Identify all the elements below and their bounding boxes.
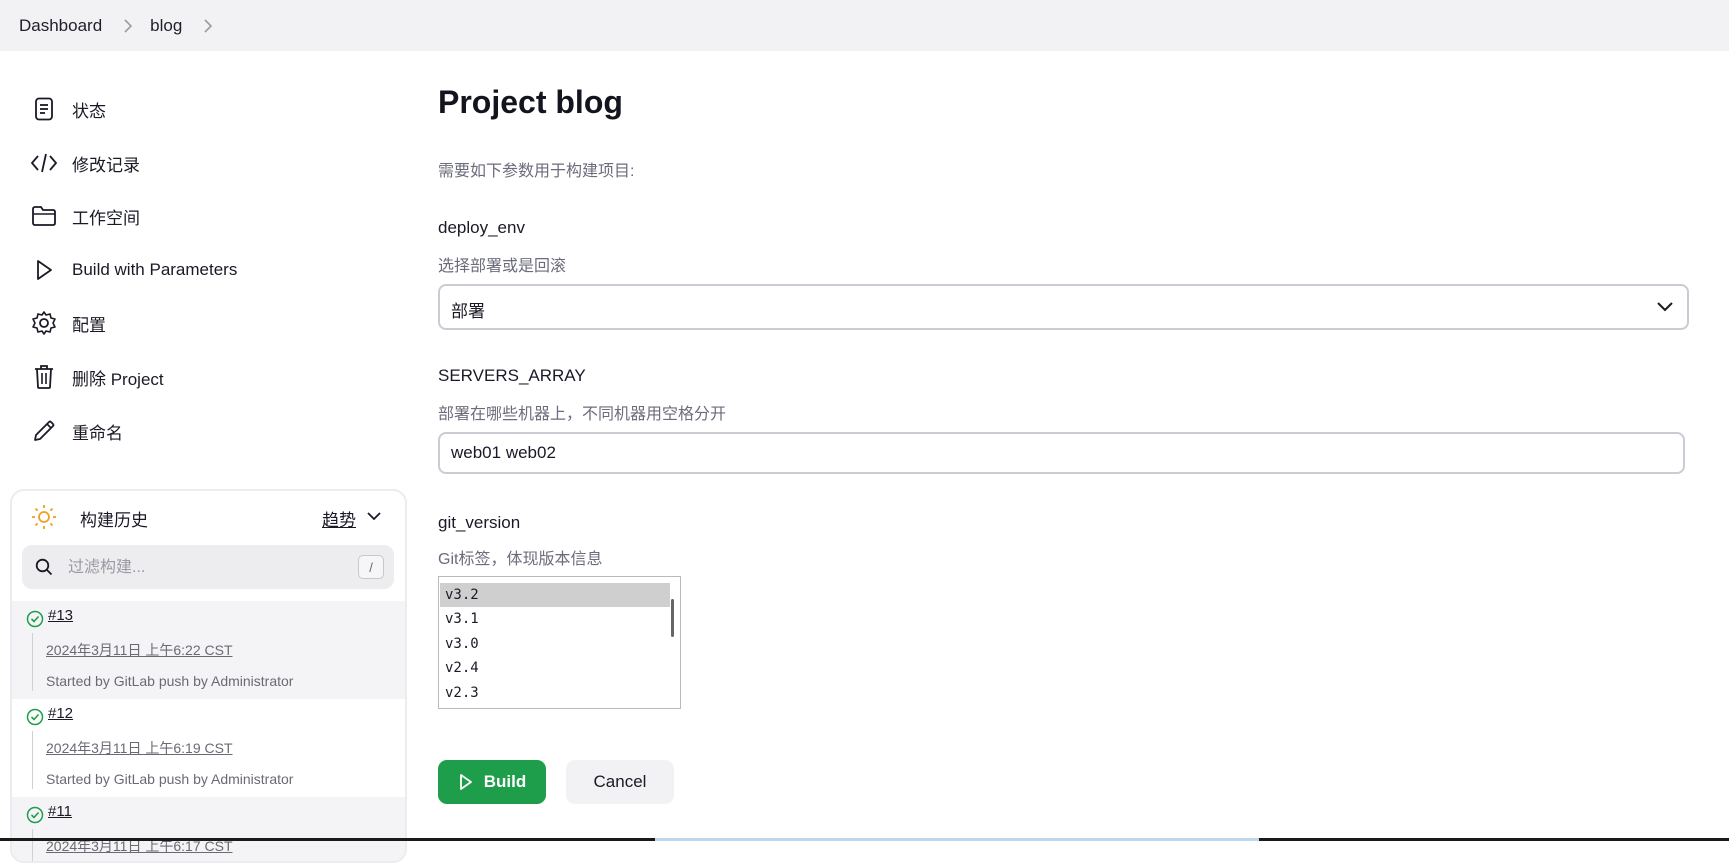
build-number-link[interactable]: #12: [48, 705, 73, 722]
build-row-13: #13 2024年3月11日 上午6:22 CST Started by Git…: [12, 601, 405, 699]
breadcrumb: Dashboard blog: [0, 0, 1729, 51]
success-check-icon: [26, 708, 44, 731]
chevron-right-icon: [116, 14, 140, 38]
build-row-12: #12 2024年3月11日 上午6:19 CST Started by Git…: [12, 699, 405, 797]
build-number-link[interactable]: #13: [48, 607, 73, 624]
page-title: Project blog: [438, 84, 623, 120]
git-version-option[interactable]: v3.2: [440, 583, 670, 607]
play-icon: [30, 256, 58, 284]
timeline-divider: [32, 633, 33, 691]
sidebar-item-changes[interactable]: 修改记录: [30, 145, 360, 181]
search-icon: [35, 558, 53, 581]
build-button-label: Build: [483, 772, 527, 791]
param-desc-deploy-env: 选择部署或是回滚: [438, 258, 567, 275]
success-check-icon: [26, 806, 44, 829]
sidebar-item-workspace[interactable]: 工作空间: [30, 198, 360, 234]
pencil-icon: [30, 417, 58, 445]
param-name-servers-array: SERVERS_ARRAY: [438, 366, 586, 385]
sidebar-item-label: 配置: [72, 315, 106, 335]
timeline-divider: [32, 731, 33, 789]
deploy-env-select[interactable]: 部署: [438, 284, 1689, 330]
build-cause: Started by GitLab push by Administrator: [46, 673, 294, 689]
servers-array-input[interactable]: [438, 432, 1685, 474]
cancel-button-label: Cancel: [593, 772, 647, 791]
param-desc-git-version: Git标签，体现版本信息: [438, 551, 603, 568]
build-history-title: 构建历史: [80, 511, 148, 530]
trend-link[interactable]: 趋势: [322, 506, 356, 531]
sidebar-item-label: 修改记录: [72, 155, 140, 175]
param-name-git-version: git_version: [438, 513, 521, 532]
build-number-link[interactable]: #11: [48, 803, 72, 820]
build-date-link[interactable]: 2024年3月11日 上午6:22 CST: [46, 640, 233, 660]
play-icon: [458, 773, 474, 791]
sidebar-item-label: 工作空间: [72, 208, 140, 228]
success-check-icon: [26, 610, 44, 633]
build-history-panel: 构建历史 趋势 / #13 2024年3月11日 上午6:22 CST Star…: [10, 489, 407, 863]
build-date-link[interactable]: 2024年3月11日 上午6:19 CST: [46, 738, 233, 758]
build-row-11: #11 2024年3月11日 上午6:17 CST: [12, 797, 405, 861]
chevron-right-icon[interactable]: [196, 14, 220, 38]
sidebar-item-configure[interactable]: 配置: [30, 305, 360, 341]
param-name-deploy-env: deploy_env: [438, 218, 525, 237]
trash-icon: [30, 363, 58, 391]
timeline-divider: [32, 829, 33, 861]
gear-icon: [30, 309, 58, 337]
sidebar-item-label: 删除 Project: [72, 369, 164, 389]
parameters-intro: 需要如下参数用于构建项目:: [438, 163, 635, 180]
sidebar-item-build-with-parameters[interactable]: Build with Parameters: [30, 252, 360, 288]
git-version-option[interactable]: v2.4: [440, 656, 670, 680]
deploy-env-selected-value: 部署: [451, 302, 485, 321]
build-filter-search: /: [22, 545, 394, 591]
listbox-scrollbar[interactable]: [671, 599, 674, 637]
breadcrumb-dashboard[interactable]: Dashboard: [19, 16, 102, 36]
git-version-option[interactable]: v2.3: [440, 681, 670, 705]
build-button[interactable]: Build: [438, 760, 546, 804]
sidebar-item-label: 重命名: [72, 423, 123, 443]
sun-icon: [31, 504, 57, 535]
chevron-down-icon: [1655, 296, 1675, 321]
build-history-header: 构建历史 趋势: [12, 491, 405, 541]
git-version-option[interactable]: v3.0: [440, 632, 670, 656]
sidebar-item-label: Build with Parameters: [72, 260, 238, 279]
chevron-down-icon[interactable]: [366, 509, 382, 528]
code-icon: [30, 149, 58, 177]
keyboard-shortcut-hint: /: [358, 555, 384, 579]
cancel-button[interactable]: Cancel: [566, 760, 674, 804]
status-icon: [30, 95, 58, 123]
sidebar-item-status[interactable]: 状态: [30, 91, 360, 127]
build-filter-input[interactable]: [66, 545, 330, 591]
git-version-option[interactable]: v3.1: [440, 607, 670, 631]
build-cause: Started by GitLab push by Administrator: [46, 771, 294, 787]
param-desc-servers-array: 部署在哪些机器上，不同机器用空格分开: [438, 406, 727, 423]
git-version-listbox[interactable]: v3.2 v3.1 v3.0 v2.4 v2.3: [438, 576, 681, 709]
breadcrumb-blog[interactable]: blog: [150, 16, 182, 36]
sidebar-item-delete-project[interactable]: 删除 Project: [30, 359, 360, 395]
sidebar-item-label: 状态: [72, 101, 106, 121]
folder-icon: [30, 202, 58, 230]
sidebar-item-rename[interactable]: 重命名: [30, 413, 360, 449]
